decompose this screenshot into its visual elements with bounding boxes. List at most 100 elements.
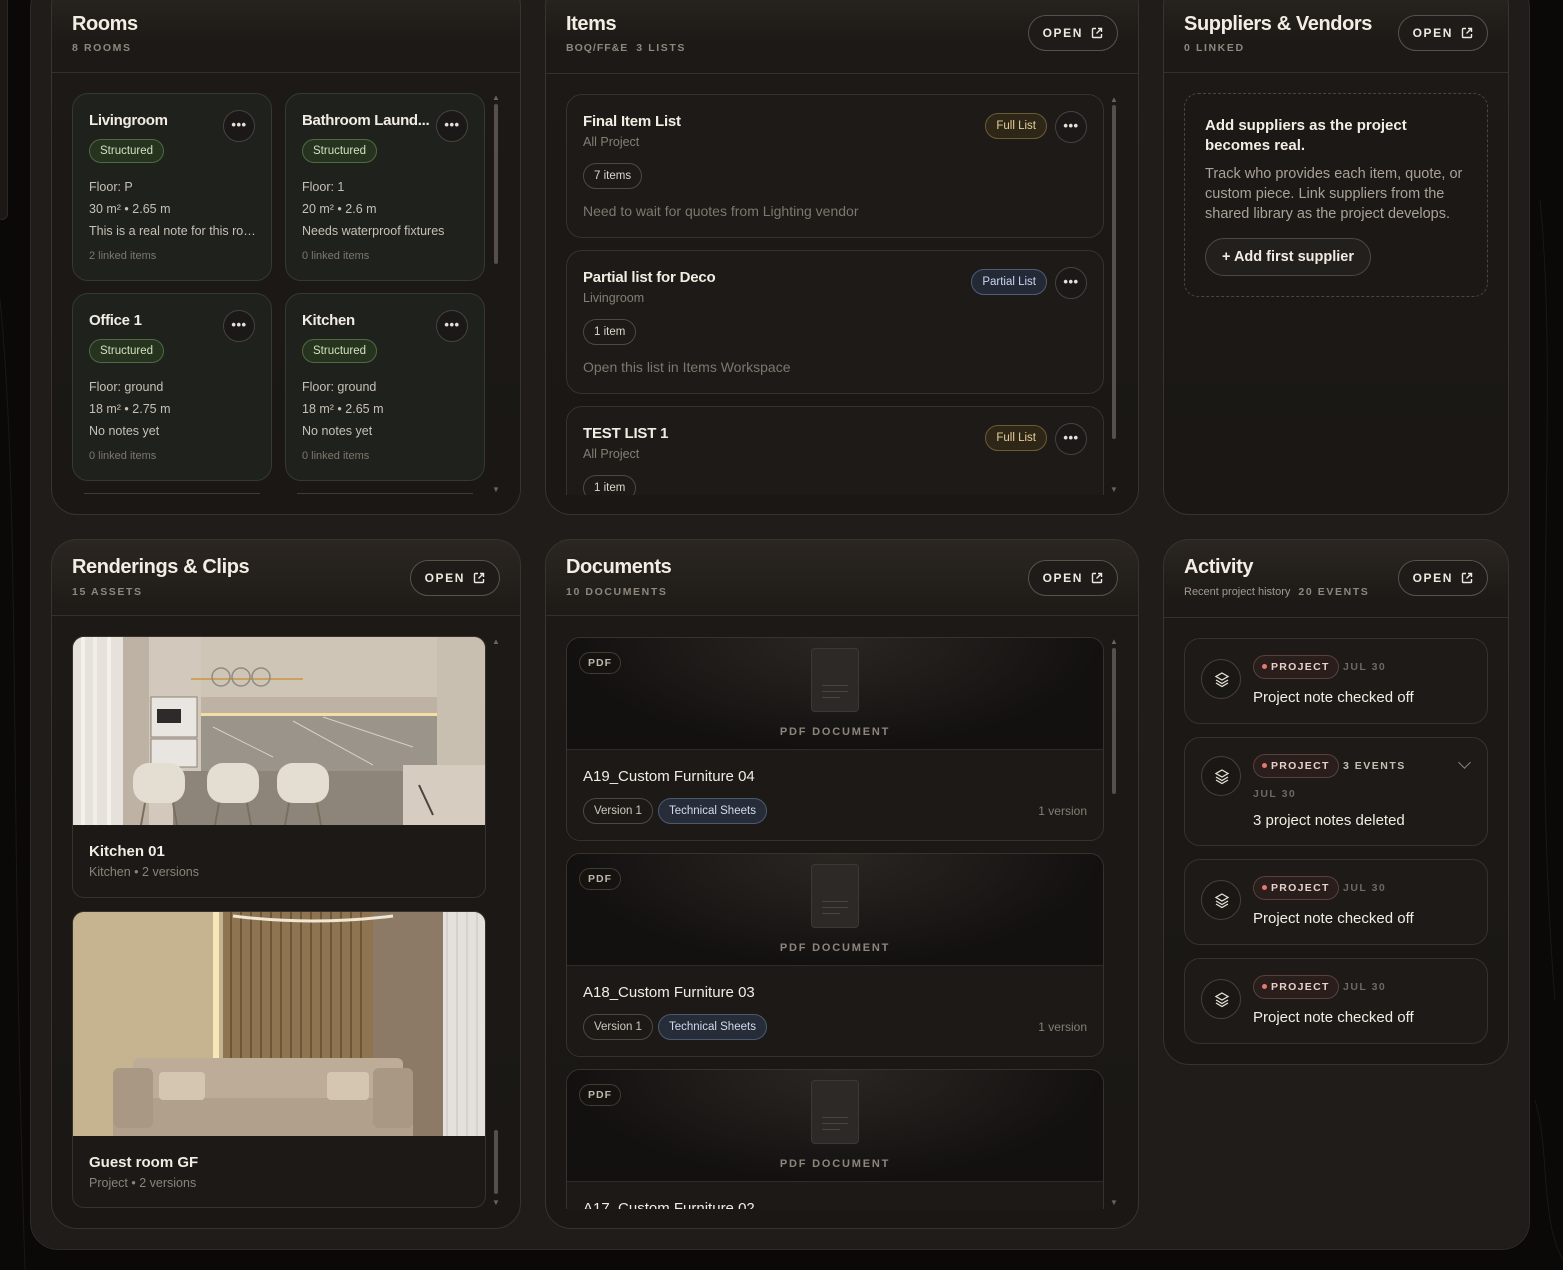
items-subtitle-boq: BOQ/FF&E [566,42,629,54]
items-scrollbar[interactable] [1112,105,1116,439]
room-card-bathroom[interactable]: Bathroom Laund... ••• Structured Floor: … [285,93,485,281]
room-floor: Floor: 1 [302,180,345,194]
list-item-count: 1 item [583,319,637,345]
rendering-meta: Kitchen • 2 versions [89,865,199,879]
scroll-down-arrow[interactable]: ▼ [492,486,500,494]
room-card-peek [297,493,473,494]
suppliers-empty-state: Add suppliers as the project becomes rea… [1184,93,1488,297]
external-link-icon [1461,27,1473,39]
add-first-supplier-button[interactable]: + Add first supplier [1205,238,1371,276]
more-dots-icon[interactable]: ••• [1055,423,1087,455]
activity-event[interactable]: PROJECT JUL 30 Project note checked off [1184,958,1488,1044]
more-dots-icon[interactable]: ••• [1055,111,1087,143]
open-label: OPEN [1042,571,1083,585]
file-icon [811,864,859,928]
status-badge: Structured [302,339,378,363]
scroll-down-arrow[interactable]: ▼ [1110,486,1118,494]
renderings-header: Renderings & Clips 15 ASSETS OPEN [52,540,520,616]
external-link-icon [1091,572,1103,584]
room-linked-items: 0 linked items [302,450,370,462]
document-card[interactable]: PDF PDF DOCUMENT A18_Custom Furniture 03… [566,853,1104,1057]
document-card[interactable]: PDF PDF DOCUMENT A19_Custom Furniture 04… [566,637,1104,841]
activity-event-group[interactable]: PROJECT 3 EVENTS JUL 30 3 project notes … [1184,737,1488,846]
room-note: Needs waterproof fixtures [302,224,445,238]
activity-event[interactable]: PROJECT JUL 30 Project note checked off [1184,859,1488,945]
project-tag: PROJECT [1253,876,1339,900]
more-dots-icon[interactable]: ••• [223,110,255,142]
external-link-icon [473,572,485,584]
item-list-card[interactable]: Partial list for Deco Livingroom Partial… [566,250,1104,394]
event-date: JUL 30 [1253,788,1297,800]
more-dots-icon[interactable]: ••• [223,310,255,342]
more-dots-icon[interactable]: ••• [1055,267,1087,299]
event-date: JUL 30 [1343,661,1387,673]
documents-open-button[interactable]: OPEN [1027,560,1118,596]
items-open-button[interactable]: OPEN [1027,15,1118,51]
document-preview: PDF PDF DOCUMENT [567,1070,1103,1182]
rendering-card-kitchen[interactable]: Kitchen 01 Kitchen • 2 versions [72,636,486,898]
documents-header: Documents 10 DOCUMENTS OPEN [546,540,1138,616]
activity-panel: Activity Recent project history 20 EVENTS… [1163,539,1509,1065]
room-card-livingroom[interactable]: Livingroom ••• Structured Floor: P 30 m²… [72,93,272,281]
activity-event-count: 20 EVENTS [1298,586,1370,598]
rooms-count: 8 ROOMS [72,42,132,54]
documents-scrollbar[interactable] [1112,648,1116,794]
activity-event[interactable]: PROJECT JUL 30 Project note checked off [1184,638,1488,724]
suppliers-header: Suppliers & Vendors 0 LINKED OPEN [1164,1,1508,73]
file-type-badge: PDF [579,652,621,674]
suppliers-open-button[interactable]: OPEN [1397,15,1488,51]
open-label: OPEN [1412,26,1453,40]
room-linked-items: 0 linked items [302,250,370,262]
external-link-icon [1461,572,1473,584]
item-list-card[interactable]: Final Item List All Project Full List ••… [566,94,1104,238]
items-title: Items [566,13,617,35]
rendering-name: Guest room GF [89,1154,199,1171]
tag-label: PROJECT [1271,760,1330,772]
suppliers-panel: Suppliers & Vendors 0 LINKED OPEN Add su… [1163,0,1509,515]
renderings-scrollbar[interactable] [494,1130,498,1194]
activity-open-button[interactable]: OPEN [1397,560,1488,596]
list-name: Partial list for Deco [583,269,716,286]
scroll-down-arrow[interactable]: ▼ [1110,1199,1118,1207]
layers-icon [1201,979,1241,1019]
rendering-card-guest-room[interactable]: Guest room GF Project • 2 versions [72,911,486,1208]
open-label: OPEN [1412,571,1453,585]
room-note: This is a real note for this roo... [89,224,257,238]
scroll-up-arrow[interactable]: ▲ [1110,638,1118,646]
list-scope: All Project [583,135,640,149]
document-card[interactable]: PDF PDF DOCUMENT A17_Custom Furniture 02 [566,1069,1104,1209]
list-note: Need to wait for quotes from Lighting ve… [583,203,859,219]
list-item-count: 1 item [583,475,637,495]
more-dots-icon[interactable]: ••• [436,110,468,142]
scroll-up-arrow[interactable]: ▲ [492,638,500,646]
renderings-open-button[interactable]: OPEN [409,560,500,596]
scroll-up-arrow[interactable]: ▲ [492,94,500,102]
version-badge: Version 1 [583,1014,653,1040]
item-list-card[interactable]: TEST LIST 1 All Project Full List ••• 1 … [566,406,1104,495]
more-dots-icon[interactable]: ••• [436,310,468,342]
chevron-down-icon[interactable] [1458,756,1471,769]
documents-title: Documents [566,556,672,578]
tag-label: PROJECT [1271,661,1330,673]
room-name: Kitchen [302,312,355,329]
scroll-down-arrow[interactable]: ▼ [492,1199,500,1207]
room-card-office[interactable]: Office 1 ••• Structured Floor: ground 18… [72,293,272,481]
renderings-count: 15 ASSETS [72,586,143,598]
items-list-count: 3 LISTS [636,42,686,54]
layers-icon [1201,880,1241,920]
room-note: No notes yet [302,424,373,438]
event-text: Project note checked off [1253,689,1414,706]
list-type-tag: Full List [985,113,1047,139]
scroll-up-arrow[interactable]: ▲ [1110,96,1118,104]
room-floor: Floor: ground [302,380,377,394]
room-floor: Floor: P [89,180,133,194]
room-card-peek [84,493,260,494]
documents-list-clip: PDF PDF DOCUMENT A17_Custom Furniture 02 [546,1069,1106,1209]
room-card-kitchen[interactable]: Kitchen ••• Structured Floor: ground 18 … [285,293,485,481]
collapsed-sidebar-edge [0,0,8,220]
room-dimensions: 18 m² • 2.75 m [89,402,171,416]
suppliers-title: Suppliers & Vendors [1184,13,1373,35]
activity-description: Recent project history [1184,586,1291,598]
rooms-scrollbar[interactable] [494,104,498,264]
event-date: JUL 30 [1343,882,1387,894]
